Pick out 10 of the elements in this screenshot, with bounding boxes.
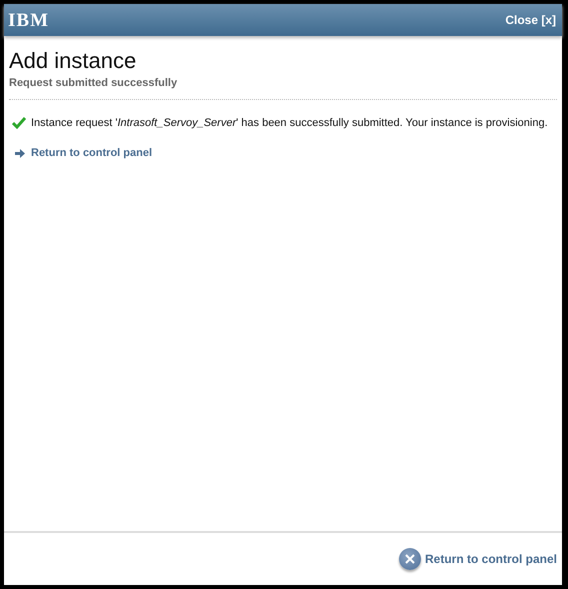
close-button[interactable]: Close [x]	[505, 13, 556, 27]
close-icon	[399, 548, 421, 570]
logo: IBM	[8, 10, 49, 30]
return-button[interactable]: Return to control panel	[399, 548, 557, 570]
success-message: Instance request 'Intrasoft_Servoy_Server' has been successfully submitted. Your instance is provisioning.	[31, 117, 548, 129]
checkmark-icon	[12, 117, 26, 129]
page-subtitle: Request submitted successfully	[9, 77, 178, 89]
page-title: Add instance	[9, 48, 138, 74]
return-link[interactable]: Return to control panel	[9, 147, 152, 159]
arrow-icon	[15, 148, 25, 158]
